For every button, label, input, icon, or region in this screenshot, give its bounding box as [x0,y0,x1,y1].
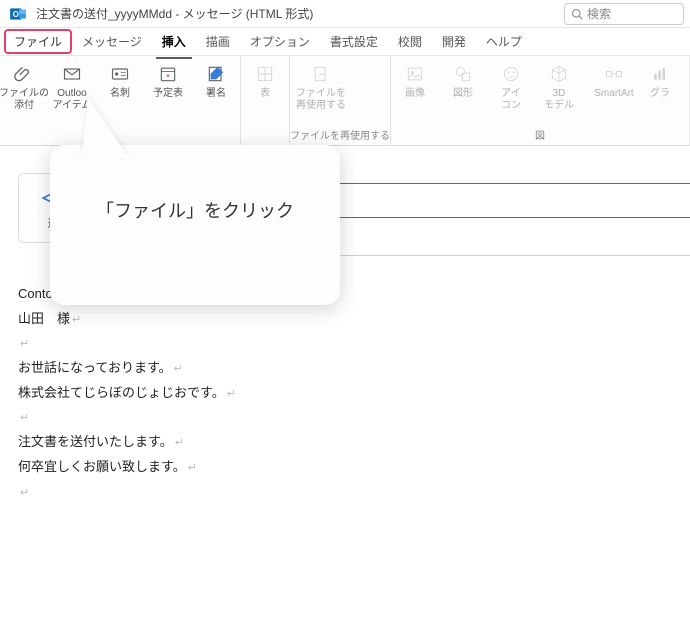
body-line: ↵ [18,331,672,356]
body-line: ↵ [18,405,672,430]
return-mark: ↵ [20,487,29,499]
picture-button[interactable]: 画像 [391,56,439,125]
chart-icon [648,62,672,86]
body-line: 山田 様↵ [18,307,672,332]
search-icon [571,8,583,20]
return-mark: ↵ [227,388,236,400]
ribbon-group-tables: 表 [241,56,290,145]
shapes-button[interactable]: 図形 [439,56,487,125]
body-line: 注文書を送付いたします。↵ [18,430,672,455]
ribbon-group-illustrations: 画像 図形 アイ コン 3D モデル SmartArt グラ [391,56,690,145]
svg-text:O: O [13,9,19,18]
attach-file-button[interactable]: ファイルの 添付 [0,56,48,129]
menu-bar: ファイル メッセージ 挿入 描画 オプション 書式設定 校閲 開発 ヘルプ [0,28,690,56]
cube-icon [547,62,571,86]
smartart-button[interactable]: SmartArt [583,56,645,125]
3d-model-button[interactable]: 3D モデル [535,56,583,125]
title-bar: O 注文書の送付_yyyyMMdd - メッセージ (HTML 形式) 検索 [0,0,690,28]
calendar-icon [156,62,180,86]
callout-text: 「ファイル」をクリック [96,197,294,223]
body-line: 株式会社てじらぼのじょじおです。↵ [18,381,672,406]
return-mark: ↵ [175,437,184,449]
smartart-icon [602,62,626,86]
reuse-file-button[interactable]: ファイルを 再使用する [290,56,352,125]
search-box[interactable]: 検索 [564,3,684,25]
menu-insert[interactable]: 挿入 [152,29,196,54]
body-line: ↵ [18,480,672,505]
shapes-icon [451,62,475,86]
card-icon [108,62,132,86]
sticker-icon [499,62,523,86]
body-line: お世話になっております。↵ [18,356,672,381]
envelope-clip-icon [60,62,84,86]
table-icon [253,62,277,86]
instruction-callout: 「ファイル」をクリック [50,145,340,305]
outlook-icon: O [6,2,30,26]
chart-button[interactable]: グラ [645,56,675,125]
menu-message[interactable]: メッセージ [72,29,152,54]
ribbon-group-reuse: ファイルを 再使用する ファイルを再使用する [290,56,391,145]
menu-options[interactable]: オプション [240,29,320,54]
reuse-icon [309,62,333,86]
menu-file[interactable]: ファイル [4,29,72,54]
table-button[interactable]: 表 [241,56,289,129]
signature-button[interactable]: 署名 [192,56,240,129]
image-icon [403,62,427,86]
reuse-caption: ファイルを再使用する [290,125,390,145]
menu-developer[interactable]: 開発 [432,29,476,54]
calendar-button[interactable]: 予定表 [144,56,192,129]
menu-draw[interactable]: 描画 [196,29,240,54]
body-line: 何卒宜しくお願い致します。↵ [18,455,672,480]
menu-format[interactable]: 書式設定 [320,29,388,54]
search-placeholder: 検索 [587,5,611,22]
return-mark: ↵ [20,412,29,424]
return-mark: ↵ [174,363,183,375]
icons-button[interactable]: アイ コン [487,56,535,125]
menu-help[interactable]: ヘルプ [476,29,532,54]
return-mark: ↵ [188,462,197,474]
return-mark: ↵ [72,314,81,326]
illust-caption: 図 [391,125,689,145]
window-title: 注文書の送付_yyyyMMdd - メッセージ (HTML 形式) [36,5,313,22]
pen-icon [204,62,228,86]
return-mark: ↵ [20,338,29,350]
menu-review[interactable]: 校閲 [388,29,432,54]
paperclip-icon [12,62,36,86]
